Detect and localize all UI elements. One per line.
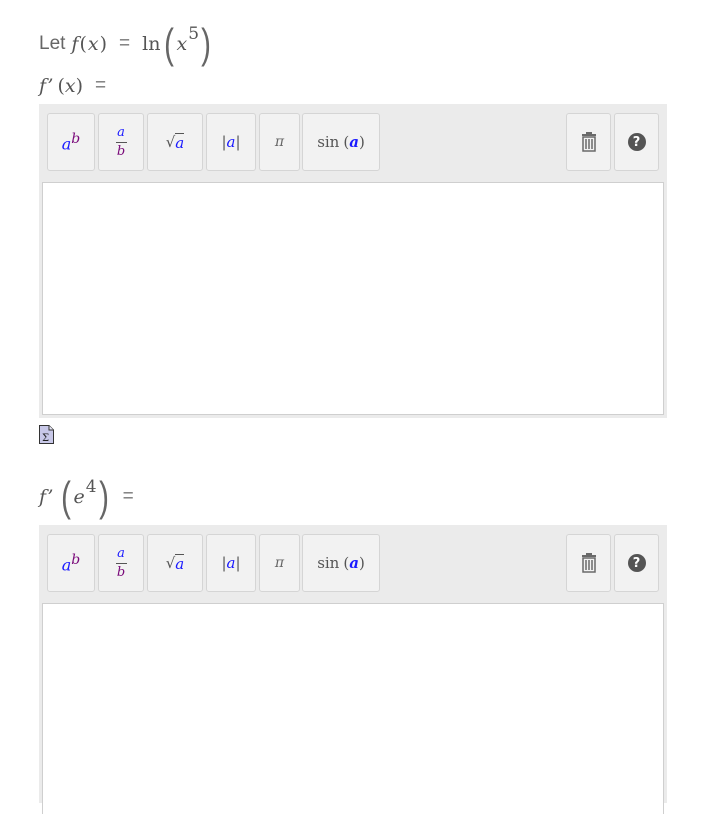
clear-button[interactable] xyxy=(566,113,611,171)
function-definition: Let f ( x ) = ln ( x 5 ) xyxy=(39,20,213,67)
trash-icon xyxy=(581,132,596,152)
big-close-paren: ) xyxy=(98,473,109,520)
equals-sign: = xyxy=(122,486,134,507)
pi-label: π xyxy=(274,555,285,571)
equals-sign: = xyxy=(119,33,131,54)
svg-text:Σ: Σ xyxy=(42,433,49,444)
sqrt-symbol: √ xyxy=(165,133,176,151)
pi-button[interactable]: π xyxy=(259,534,300,592)
close-paren: ) xyxy=(75,75,84,97)
help-button[interactable]: ? xyxy=(614,534,659,592)
ln-operator: ln xyxy=(142,33,161,55)
abs-button[interactable]: | a | xyxy=(206,113,256,171)
sqrt-symbol: √ xyxy=(165,554,176,572)
math-toolbar: ab a b √ a | a | π sin ( a ) ? xyxy=(47,534,659,594)
power-exp-label: b xyxy=(71,130,81,147)
big-open-paren: ( xyxy=(61,473,72,520)
power-base: e xyxy=(73,486,85,508)
answer2-prompt: f’ ( e 4 ) = xyxy=(39,474,146,520)
variable: x xyxy=(87,33,99,55)
derivative-name: f’ xyxy=(39,75,54,97)
let-label: Let xyxy=(39,33,66,54)
fraction-den-label: b xyxy=(116,564,126,580)
math-toolbar: ab a b √ a | a | π sin ( a ) ? xyxy=(47,113,659,173)
fraction-button[interactable]: a b xyxy=(98,113,144,171)
fraction-num-label: a xyxy=(117,124,125,140)
power-exponent: 4 xyxy=(85,477,97,497)
pi-label: π xyxy=(274,134,285,150)
big-close-paren: ) xyxy=(201,20,211,67)
sqrt-arg-label: a xyxy=(175,132,185,152)
fraction-bar xyxy=(115,141,127,143)
sqrt-button[interactable]: √ a xyxy=(147,113,203,171)
math-input-panel-1: ab a b √ a | a | π sin ( a ) ? xyxy=(39,104,667,418)
fraction-den-label: b xyxy=(116,143,126,159)
fraction-button[interactable]: a b xyxy=(98,534,144,592)
variable: x xyxy=(64,75,76,97)
sqrt-arg-label: a xyxy=(175,553,185,573)
sin-button[interactable]: sin ( a ) xyxy=(302,534,380,592)
derivative-name: f’ xyxy=(39,486,54,508)
power-button[interactable]: ab xyxy=(47,113,95,171)
answer-editor-2[interactable] xyxy=(42,603,664,814)
answer-editor-1[interactable] xyxy=(42,182,664,415)
sin-close-paren: ) xyxy=(358,554,365,572)
function-name: f xyxy=(71,33,79,55)
open-paren: ( xyxy=(57,75,65,97)
abs-right-bar: | xyxy=(235,133,241,151)
sin-name-label: sin xyxy=(317,554,340,572)
sin-arg-label: a xyxy=(349,133,359,151)
open-paren: ( xyxy=(79,33,87,55)
fraction-num-label: a xyxy=(117,545,125,561)
help-icon: ? xyxy=(627,554,646,572)
pi-button[interactable]: π xyxy=(259,113,300,171)
trash-icon xyxy=(581,553,596,573)
power-exponent: 5 xyxy=(188,24,200,44)
sin-close-paren: ) xyxy=(358,133,365,151)
power-base-label: a xyxy=(61,134,72,154)
fraction-bar xyxy=(115,562,127,564)
abs-arg-label: a xyxy=(226,133,236,151)
power-base: x xyxy=(176,33,188,55)
equation-editor-icon[interactable]: Σ xyxy=(39,425,54,444)
math-input-panel-2: ab a b √ a | a | π sin ( a ) ? xyxy=(39,525,667,814)
power-button[interactable]: ab xyxy=(47,534,95,592)
answer1-prompt: f’ ( x ) = xyxy=(39,72,118,100)
clear-button[interactable] xyxy=(566,534,611,592)
help-icon: ? xyxy=(627,133,646,151)
equals-sign: = xyxy=(95,75,107,96)
abs-button[interactable]: | a | xyxy=(206,534,256,592)
help-button[interactable]: ? xyxy=(614,113,659,171)
power-base-label: a xyxy=(61,555,72,575)
close-paren: ) xyxy=(99,33,108,55)
sin-arg-label: a xyxy=(349,554,359,572)
abs-arg-label: a xyxy=(226,554,236,572)
sin-button[interactable]: sin ( a ) xyxy=(302,113,380,171)
abs-right-bar: | xyxy=(235,554,241,572)
big-open-paren: ( xyxy=(164,20,175,67)
sqrt-button[interactable]: √ a xyxy=(147,534,203,592)
power-exp-label: b xyxy=(71,551,81,568)
sin-name-label: sin xyxy=(317,133,340,151)
